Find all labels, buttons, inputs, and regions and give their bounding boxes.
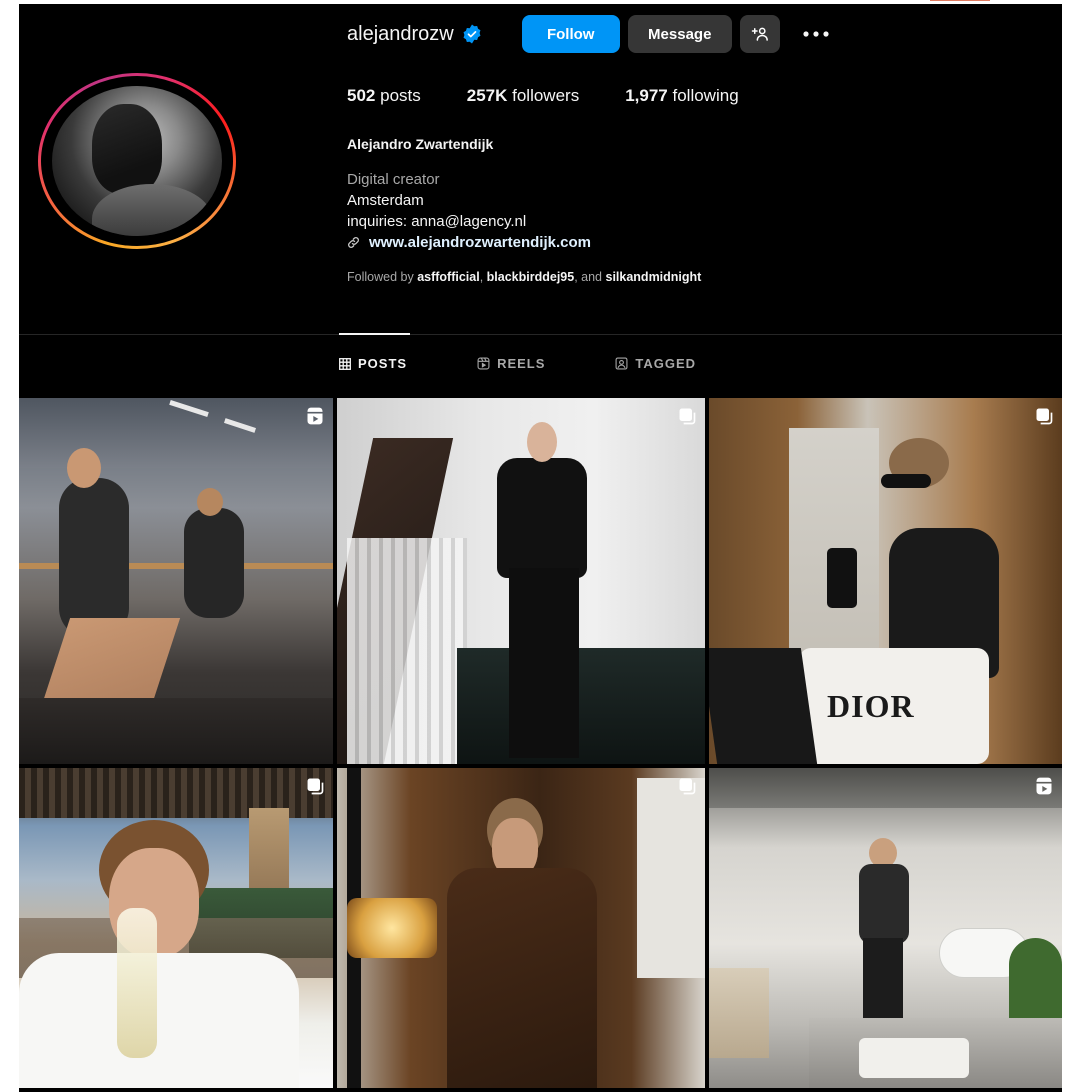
tab-tagged[interactable]: TAGGED [615, 356, 696, 371]
avatar[interactable] [52, 86, 222, 236]
following-stat[interactable]: 1,977 following [625, 86, 738, 106]
full-name: Alejandro Zwartendijk [347, 136, 494, 152]
profile-page: alejandrozw Follow Message 502 posts 257… [19, 4, 1062, 1092]
post-thumbnail[interactable]: DIOR [709, 398, 1062, 764]
dior-bag-text: DIOR [827, 688, 915, 724]
follow-button[interactable]: Follow [521, 15, 620, 53]
post-thumbnail[interactable] [337, 398, 705, 764]
tab-posts[interactable]: POSTS [339, 356, 407, 371]
reels-icon [477, 357, 490, 370]
followers-stat[interactable]: 257K followers [467, 86, 579, 106]
link-icon [348, 237, 359, 248]
active-tab-indicator [339, 333, 410, 335]
post-thumbnail[interactable] [709, 768, 1062, 1088]
ellipsis-icon [803, 31, 829, 37]
tab-reels[interactable]: REELS [477, 356, 545, 371]
story-ring[interactable] [38, 73, 236, 249]
profile-header-row: alejandrozw Follow Message [347, 14, 836, 54]
post-thumbnail[interactable] [337, 768, 705, 1088]
website-link[interactable]: www.alejandrozwartendijk.com [347, 234, 591, 251]
grid-icon [339, 357, 351, 370]
carousel-icon [679, 778, 696, 795]
add-person-icon [751, 27, 768, 41]
verified-badge-icon [463, 24, 481, 44]
reel-icon [307, 407, 323, 425]
message-button[interactable]: Message [627, 15, 732, 53]
post-thumbnail[interactable] [19, 398, 333, 764]
more-options-button[interactable] [796, 15, 836, 53]
carousel-icon [679, 408, 696, 425]
carousel-icon [307, 778, 324, 795]
tagged-icon [615, 357, 628, 370]
suggest-user-button[interactable] [739, 15, 780, 53]
reel-icon [1036, 777, 1052, 795]
profile-stats: 502 posts 257K followers 1,977 following [347, 86, 785, 106]
post-thumbnail[interactable] [19, 768, 333, 1088]
carousel-icon [1036, 408, 1053, 425]
username: alejandrozw [347, 22, 454, 45]
bio-location: Amsterdam [347, 192, 424, 209]
profile-tabs: POSTS REELS TAGGED [339, 356, 766, 371]
posts-stat: 502 posts [347, 86, 421, 105]
followed-by[interactable]: Followed by asffofficial, blackbirddej95… [347, 270, 701, 284]
category-label: Digital creator [347, 171, 440, 188]
tabs-divider [19, 334, 1062, 335]
bio-inquiries: inquiries: anna@lagency.nl [347, 213, 527, 230]
